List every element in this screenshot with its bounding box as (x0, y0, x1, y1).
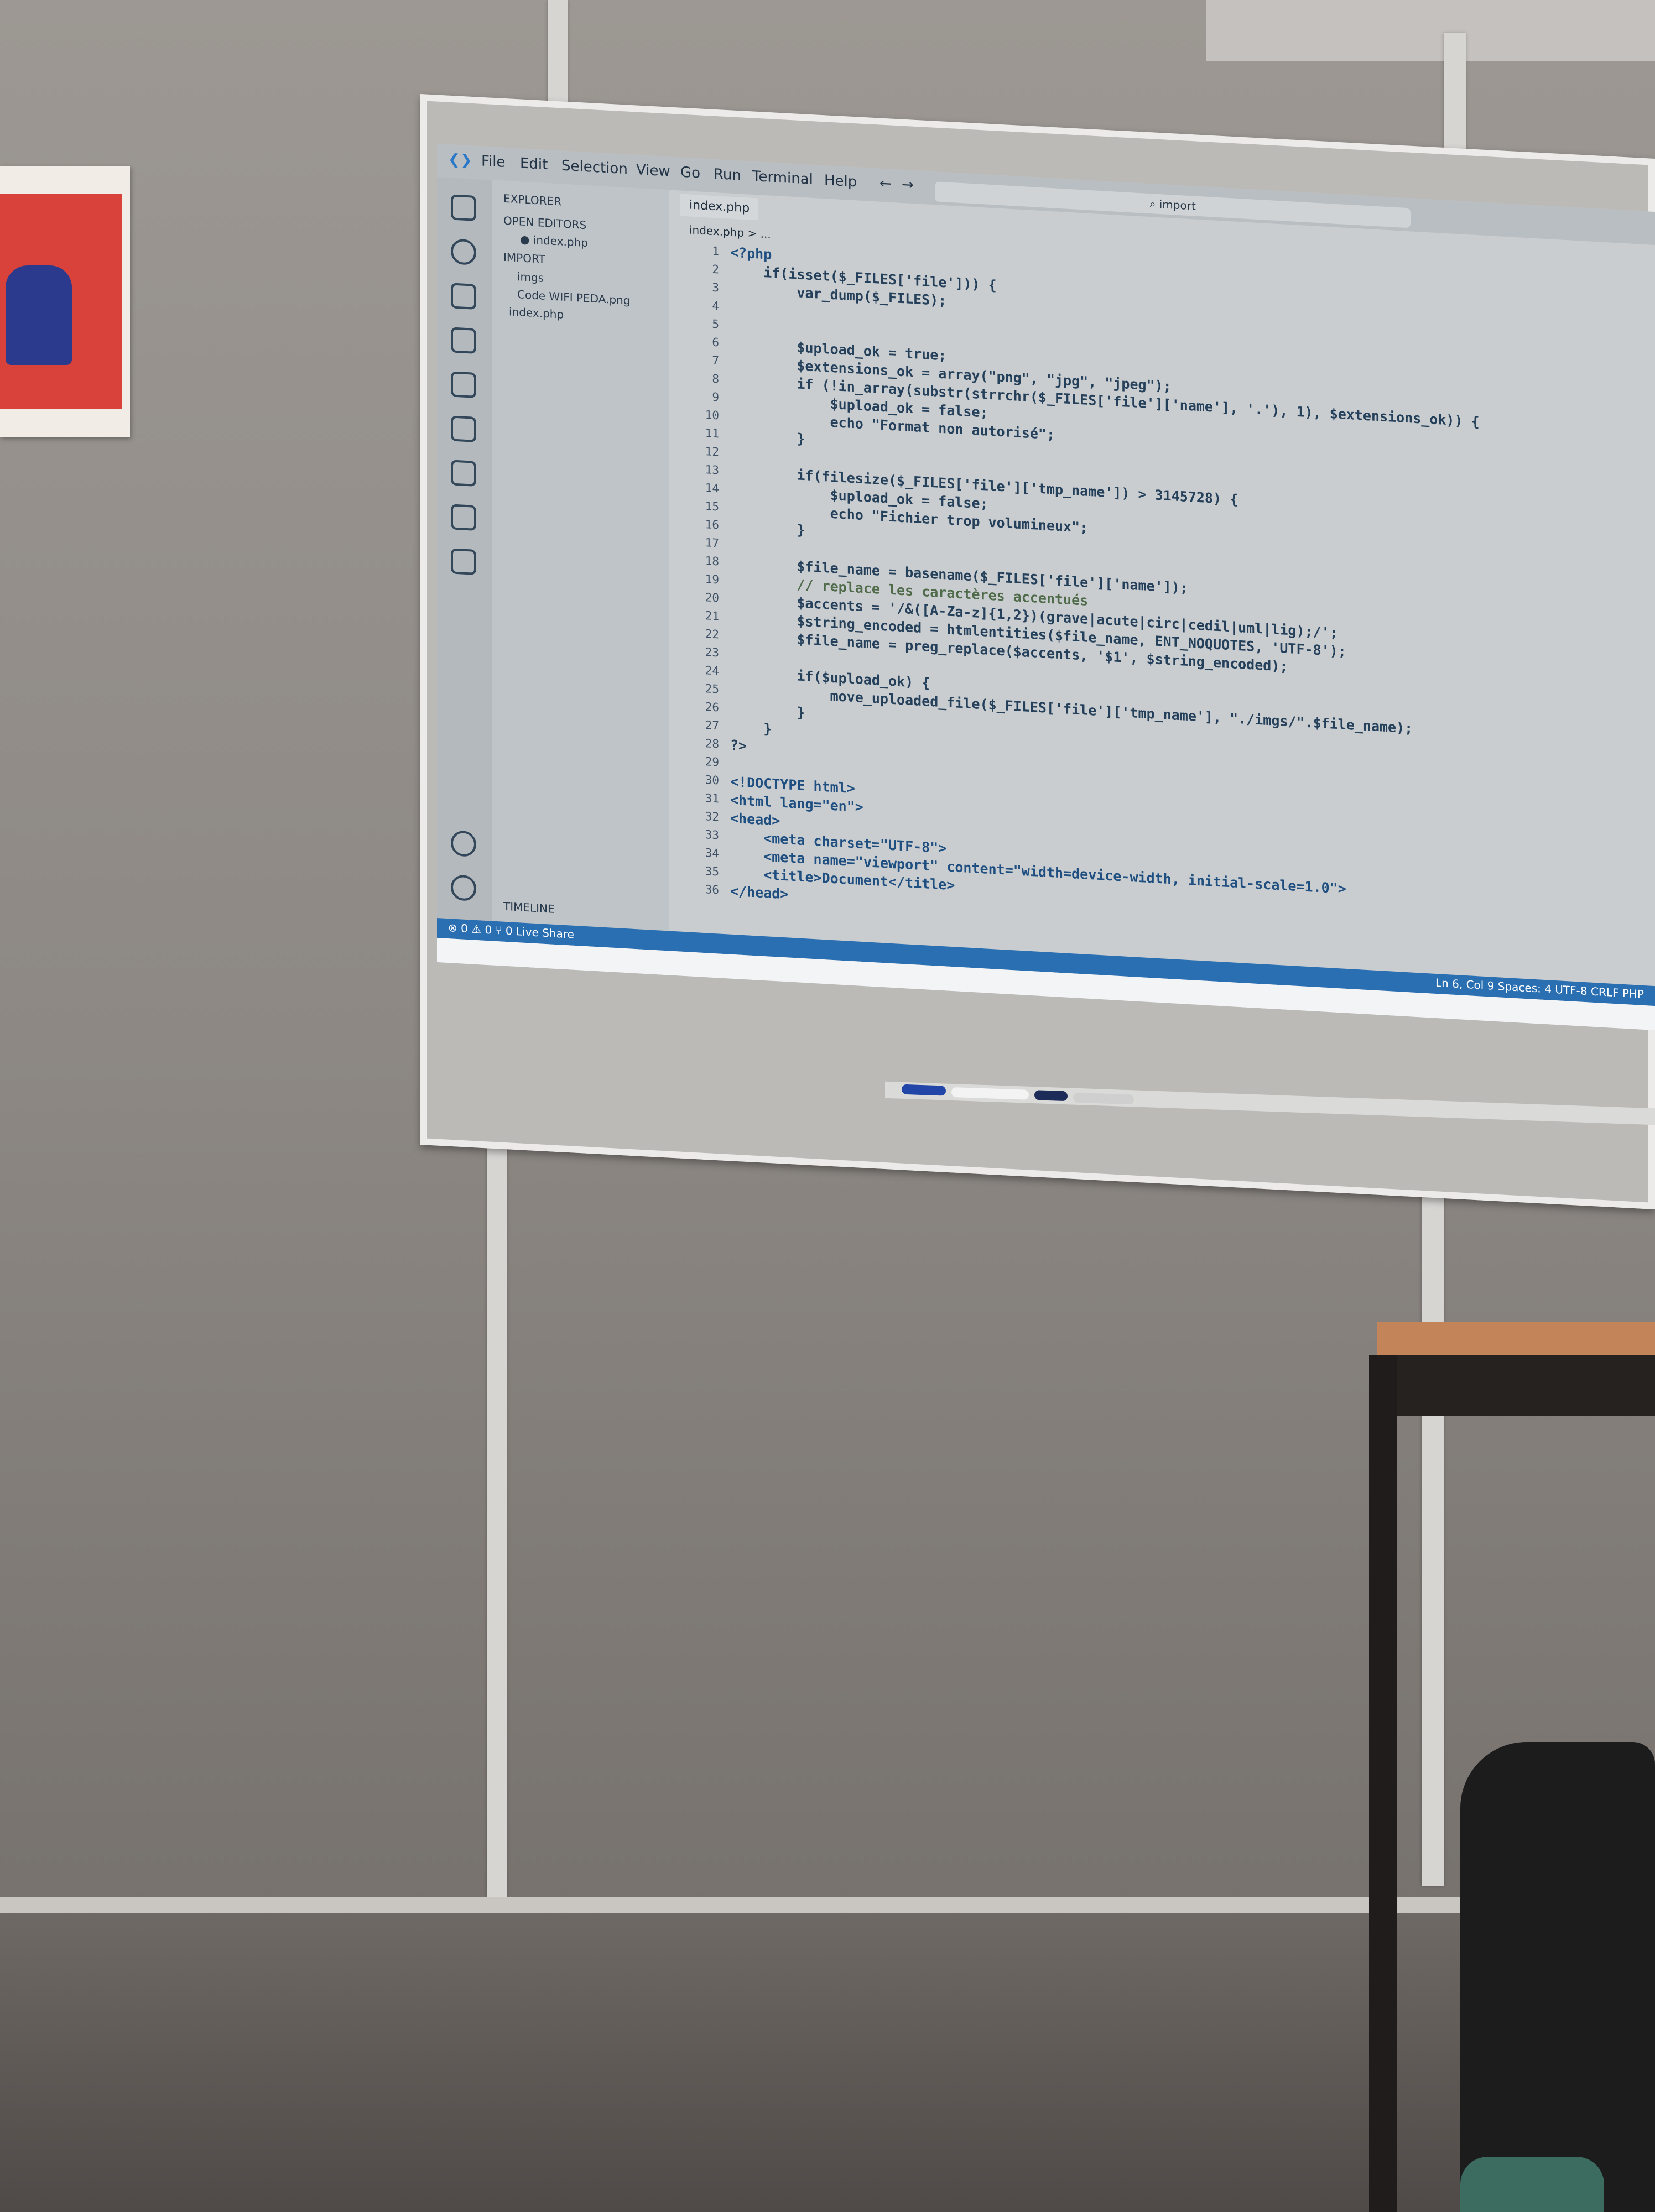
menu-terminal[interactable]: Terminal (752, 168, 813, 188)
line-number: 13 (705, 463, 719, 477)
wall-poster: ADRAR (0, 166, 130, 437)
line-number: 21 (705, 609, 719, 623)
menu-edit[interactable]: Edit (520, 155, 548, 173)
floor (0, 1913, 1655, 2212)
foreground-stand-base (1460, 2157, 1604, 2212)
marker-white (951, 1087, 1029, 1100)
wall-rail-right-top (1444, 33, 1466, 155)
close-icon[interactable]: ● (520, 232, 533, 246)
line-number: 1 (712, 244, 719, 258)
open-editor-file[interactable]: ● index.php (520, 232, 588, 249)
nav-back-icon[interactable]: ← (879, 175, 892, 192)
search-icon[interactable] (451, 238, 476, 265)
line-number: 15 (705, 499, 719, 514)
line-number: 26 (705, 700, 719, 714)
line-number: 36 (705, 883, 719, 897)
marker-blue (902, 1084, 946, 1096)
line-number: 5 (712, 317, 719, 331)
line-number: 6 (712, 335, 719, 349)
line-number: 31 (705, 791, 719, 806)
line-number: 25 (705, 682, 719, 696)
open-editor-file-label: index.php (533, 233, 588, 250)
source-control-icon[interactable] (451, 283, 476, 310)
menu-selection[interactable]: Selection (561, 158, 628, 178)
search-icon: ⌕ (1149, 197, 1159, 211)
extensions-icon[interactable] (451, 371, 476, 398)
remote-explorer-icon[interactable] (451, 415, 476, 442)
menu-go[interactable]: Go (680, 164, 700, 182)
search-text: import (1159, 197, 1196, 213)
line-number: 8 (712, 372, 719, 386)
menu-run[interactable]: Run (714, 166, 741, 184)
line-number: 20 (705, 591, 719, 605)
desk-leg (1369, 1355, 1397, 2212)
line-number: 14 (705, 481, 719, 495)
menu-view[interactable]: View (636, 161, 670, 180)
line-number: 27 (705, 718, 719, 733)
app-logo-icon: ❮❯ (448, 151, 472, 169)
wall-rail-left-top (548, 0, 568, 105)
testing-icon[interactable] (451, 548, 476, 575)
editor-pane[interactable]: index.php index.php > ... 1 2 3 4 5 6 7 8 9 10 11 1… (669, 190, 1655, 987)
menu-help[interactable]: Help (824, 172, 857, 190)
explorer-icon[interactable] (451, 194, 476, 221)
folder-header[interactable]: IMPORT (503, 251, 545, 266)
tree-item-png[interactable]: Code WIFI PEDA.png (517, 288, 631, 307)
line-number: 7 (712, 353, 719, 368)
docker-icon[interactable] (451, 504, 476, 531)
line-number: 35 (705, 864, 719, 879)
line-number-gutter: 1 2 3 4 5 6 7 8 9 10 11 12 13 14 15 16 17 18 19 20 21 22 23 24 2… (680, 241, 719, 900)
activity-bar (437, 177, 492, 921)
line-number: 4 (712, 299, 719, 313)
line-number: 19 (705, 572, 719, 587)
line-number: 12 (705, 445, 719, 459)
tree-item-imgs[interactable]: imgs (517, 270, 544, 285)
timeline-header[interactable]: TIMELINE (503, 900, 555, 916)
line-number: 17 (705, 536, 719, 550)
line-number: 32 (705, 810, 719, 824)
desk-top (1377, 1322, 1655, 1355)
line-number: 9 (712, 390, 719, 404)
nav-forward-icon[interactable]: → (902, 176, 914, 194)
thumbs-up-icon (6, 265, 72, 365)
explorer-sidebar: EXPLORER OPEN EDITORS ● index.php IMPORT… (492, 180, 669, 931)
line-number: 23 (705, 645, 719, 660)
marker-dark (1034, 1090, 1068, 1102)
tab-index-php[interactable]: index.php (680, 194, 759, 221)
foreground-stand (1460, 1742, 1655, 2212)
menu-file[interactable]: File (481, 153, 506, 170)
wall-rail-left (487, 1095, 507, 1897)
open-editors-header[interactable]: OPEN EDITORS (503, 214, 586, 232)
line-number: 30 (705, 773, 719, 787)
marker-grey (1073, 1092, 1134, 1105)
projected-code-editor: ❮❯ File Edit Selection View Go Run Termi… (437, 144, 1655, 1031)
settings-gear-icon[interactable] (451, 874, 476, 901)
line-number: 24 (705, 664, 719, 678)
line-number: 29 (705, 755, 719, 769)
line-number: 2 (712, 262, 719, 276)
line-number: 34 (705, 846, 719, 860)
line-number: 18 (705, 554, 719, 568)
line-number: 3 (712, 280, 719, 295)
ceiling-beam (1206, 0, 1655, 61)
explorer-title: EXPLORER (503, 191, 561, 208)
code-area[interactable]: <?php if(isset($_FILES['file'])) { var_d… (730, 243, 1480, 942)
live-share-icon[interactable] (451, 460, 476, 487)
line-number: 11 (705, 426, 719, 441)
account-icon[interactable] (451, 830, 476, 857)
run-debug-icon[interactable] (451, 327, 476, 354)
tree-item-index[interactable]: index.php (509, 305, 564, 321)
line-number: 22 (705, 627, 719, 641)
line-number: 10 (705, 408, 719, 422)
line-number: 16 (705, 518, 719, 532)
line-number: 28 (705, 737, 719, 751)
wall-rail-right (1422, 1139, 1444, 1886)
poster-brand: ADRAR (22, 387, 96, 409)
desk-rail (1383, 1355, 1655, 1416)
line-number: 33 (705, 828, 719, 842)
